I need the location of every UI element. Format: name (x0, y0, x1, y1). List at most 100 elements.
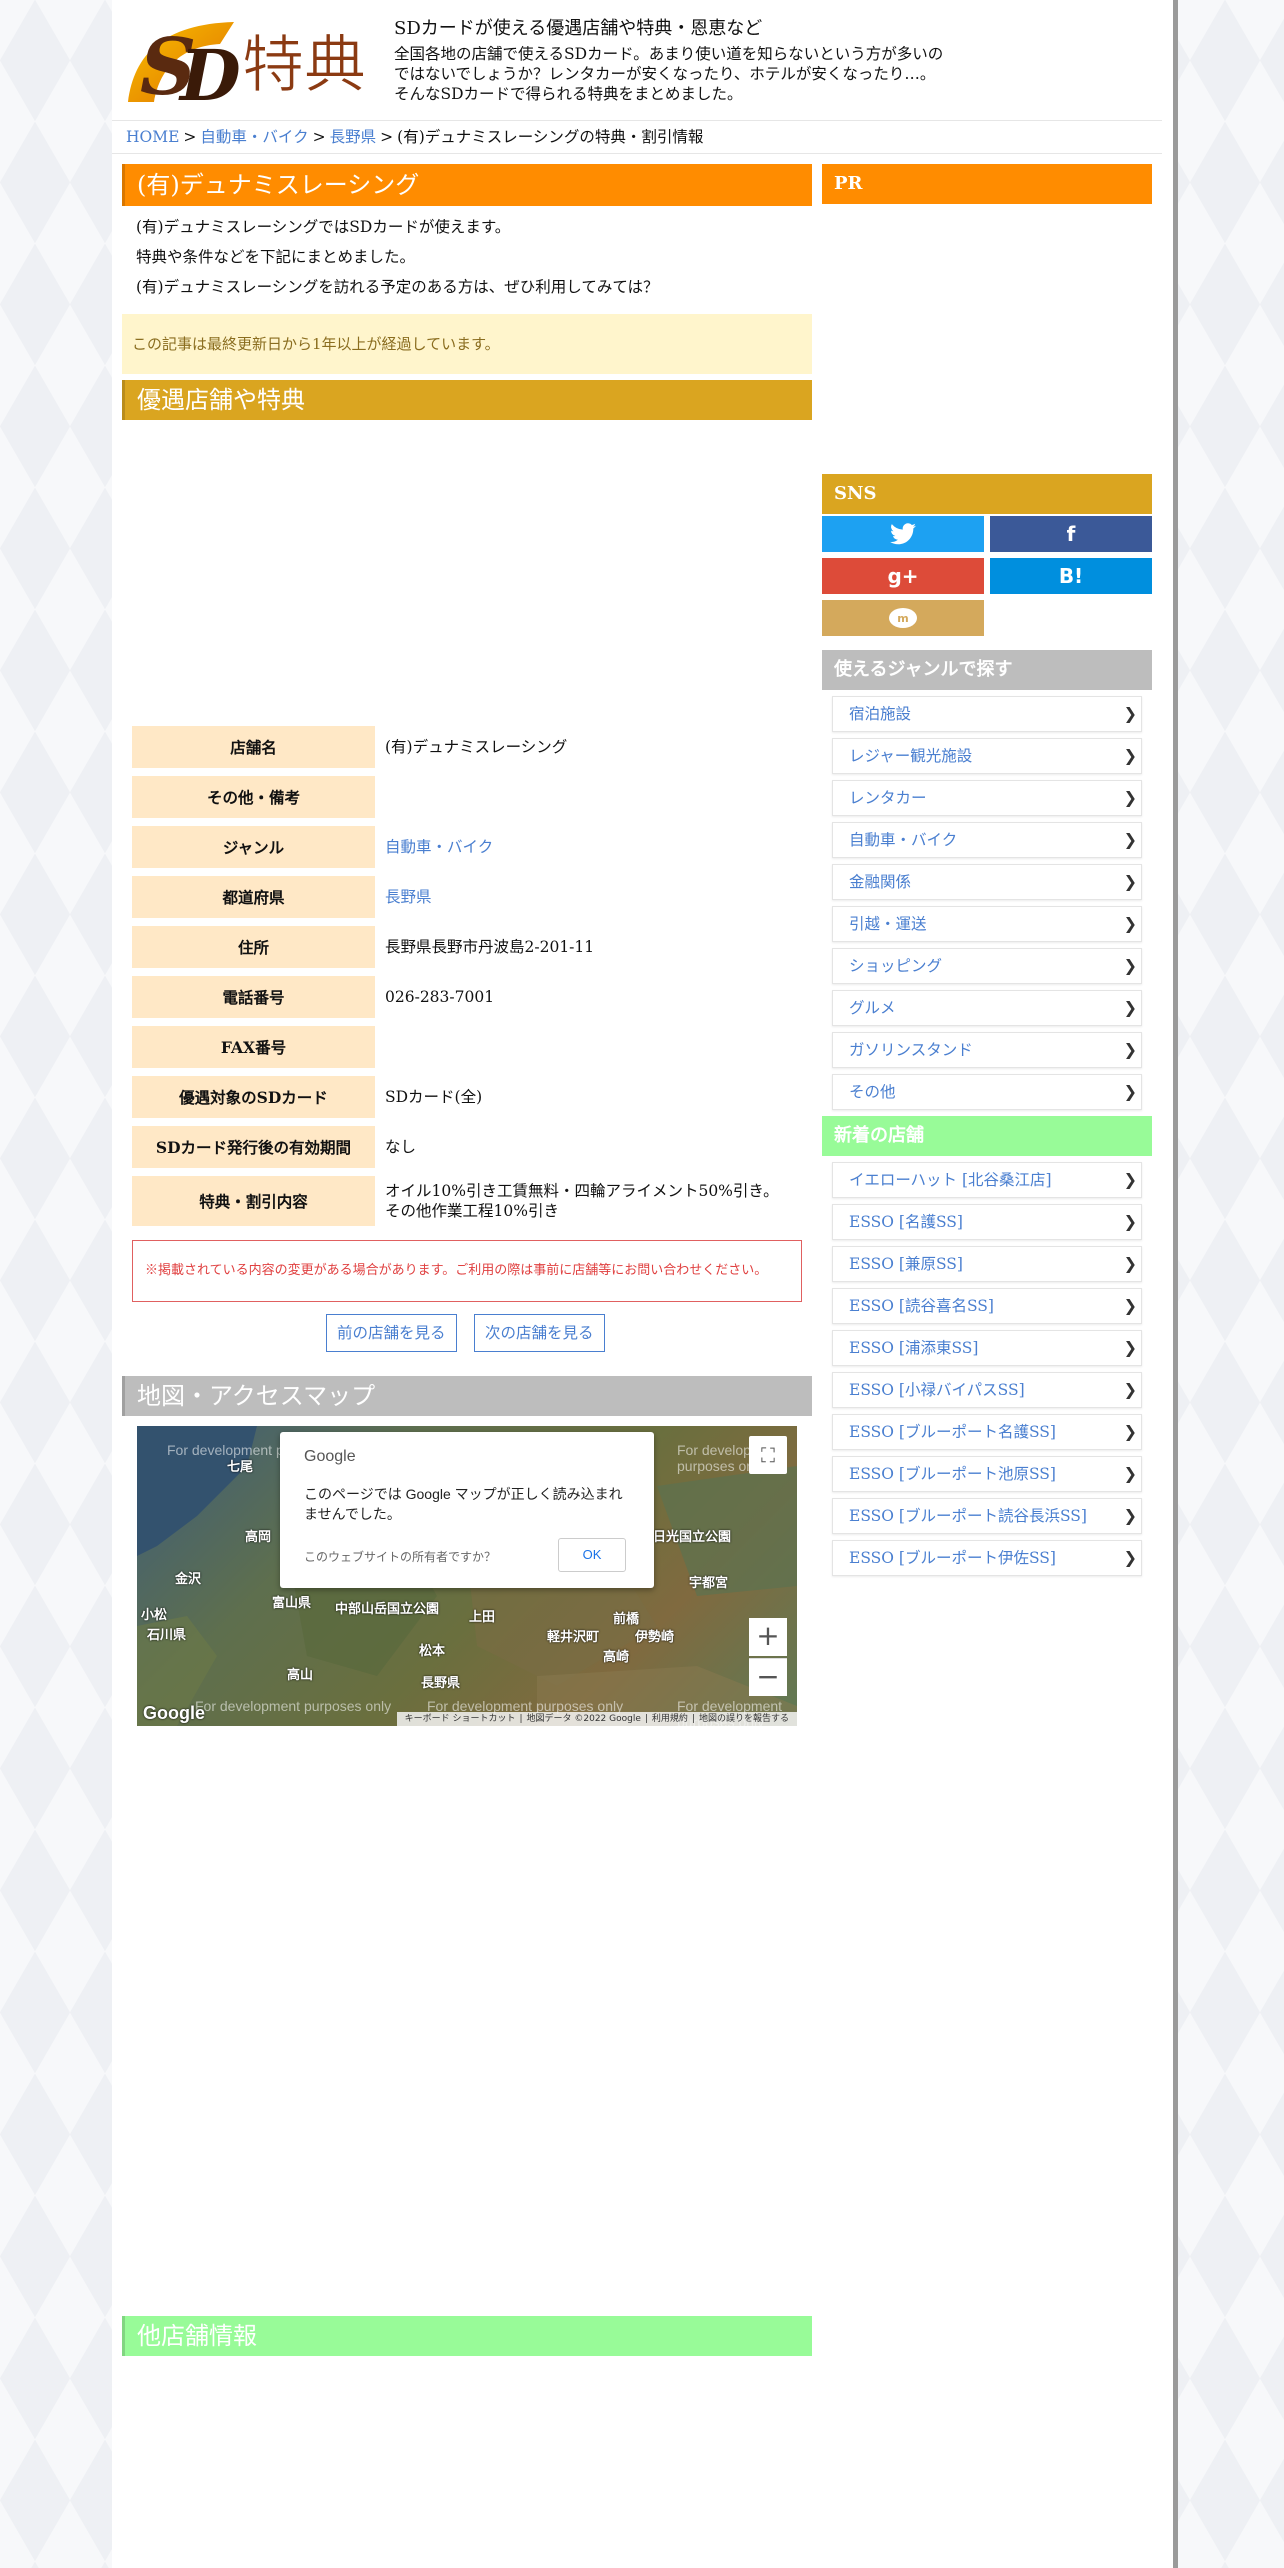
genre-heading: 使えるジャンルで探す (822, 650, 1152, 690)
map-label: 高山 (287, 1668, 314, 1683)
report-error-link[interactable]: 地図の誤りを報告する (699, 1714, 789, 1724)
svg-text:特典: 特典 (242, 28, 366, 101)
table-row: 優遇対象のSDカード SDカード(全) (132, 1076, 802, 1118)
chevron-right-icon: ❯ (1123, 1296, 1137, 1315)
map-label: 高崎 (603, 1650, 630, 1665)
chevron-right-icon: ❯ (1123, 1254, 1137, 1273)
list-item[interactable]: レンタカー ❯ (832, 780, 1142, 816)
main-content: (有)デュナミスレーシング (有)デュナミスレーシングではSDカードが使えます。… (122, 164, 812, 2356)
page-title: (有)デュナミスレーシング (122, 164, 812, 206)
breadcrumb-current: (有)デュナミスレーシングの特典・割引情報 (397, 128, 704, 146)
list-item[interactable]: 引越・運送 ❯ (832, 906, 1142, 942)
table-row: FAX番号 (132, 1026, 802, 1068)
chevron-right-icon: ❯ (1123, 1380, 1137, 1399)
map-owner-link[interactable]: このウェブサイトの所有者ですか？ (304, 1548, 496, 1565)
google-map[interactable]: For development purposes only For develo… (137, 1426, 797, 1726)
list-item[interactable]: ESSO [ブルーポート名護SS] ❯ (832, 1414, 1142, 1450)
table-row: 電話番号 026-283-7001 (132, 976, 802, 1018)
list-item[interactable]: 金融関係 ❯ (832, 864, 1142, 900)
list-item[interactable]: ガソリンスタンド ❯ (832, 1032, 1142, 1068)
sns-buttons: f g+ B! m (822, 516, 1152, 650)
map-label: 石川県 (147, 1628, 187, 1643)
facebook-icon[interactable]: f (990, 516, 1152, 552)
genre-link[interactable]: 自動車・バイク (385, 838, 493, 856)
zoom-out-button[interactable]: − (749, 1658, 787, 1696)
breadcrumb-category[interactable]: 自動車・バイク (200, 128, 308, 146)
list-item[interactable]: ショッピング ❯ (832, 948, 1142, 984)
map-error-dialog: Google このページでは Google マップが正しく読み込まれませんでした… (280, 1432, 654, 1588)
list-item[interactable]: ESSO [ブルーポート伊佐SS] ❯ (832, 1540, 1142, 1576)
svg-text:D: D (178, 34, 241, 108)
map-label: 長野県 (421, 1676, 461, 1691)
list-item[interactable]: ESSO [兼原SS] ❯ (832, 1246, 1142, 1282)
keyboard-shortcuts-link[interactable]: キーボード ショートカット (405, 1714, 516, 1724)
sns-heading: SNS (822, 474, 1152, 514)
map-label: 日光国立公園 (653, 1530, 732, 1545)
page: S D 特典 SDカードが使える優遇店舗や特典・恩恵など 全国各地の店舗で使える… (112, 0, 1176, 2568)
map-label: 軽井沢町 (547, 1630, 600, 1645)
map-data-credit: 地図データ ©2022 Google (526, 1714, 641, 1724)
chevron-right-icon: ❯ (1123, 956, 1137, 975)
map-label: 松本 (419, 1644, 446, 1659)
chevron-right-icon: ❯ (1123, 788, 1137, 807)
prev-shop-button[interactable]: 前の店舗を見る (326, 1314, 457, 1352)
list-item[interactable]: 宿泊施設 ❯ (832, 696, 1142, 732)
chevron-right-icon: ❯ (1123, 1548, 1137, 1567)
outdated-notice: この記事は最終更新日から1年以上が経過しています。 (122, 314, 812, 374)
mixi-icon[interactable]: m (822, 600, 984, 636)
list-item[interactable]: その他 ❯ (832, 1074, 1142, 1110)
google-plus-icon[interactable]: g+ (822, 558, 984, 594)
chevron-right-icon: ❯ (1123, 1040, 1137, 1059)
google-logo: Google (143, 1703, 205, 1723)
list-item[interactable]: イエローハット [北谷桑江店] ❯ (832, 1162, 1142, 1198)
chevron-right-icon: ❯ (1123, 998, 1137, 1017)
table-row: SDカード発行後の有効期間 なし (132, 1126, 802, 1168)
list-item[interactable]: ESSO [小禄バイパスSS] ❯ (832, 1372, 1142, 1408)
chevron-right-icon: ❯ (1123, 872, 1137, 891)
site-title: SDカードが使える優遇店舗や特典・恩恵など (394, 18, 763, 39)
table-row: その他・備考 (132, 776, 802, 818)
table-row: 店舗名 (有)デュナミスレーシング (132, 726, 802, 768)
map-label: 上田 (469, 1610, 496, 1625)
map-label: 伊勢崎 (635, 1630, 675, 1645)
map-error-message: このページでは Google マップが正しく読み込まれませんでした。 (304, 1486, 623, 1522)
chevron-right-icon: ❯ (1123, 1506, 1137, 1525)
map-label: 高岡 (245, 1530, 272, 1545)
next-shop-button[interactable]: 次の店舗を見る (474, 1314, 605, 1352)
list-item[interactable]: ESSO [ブルーポート池原SS] ❯ (832, 1456, 1142, 1492)
twitter-icon[interactable] (822, 516, 984, 552)
svg-text:m: m (897, 612, 908, 625)
list-item[interactable]: グルメ ❯ (832, 990, 1142, 1026)
table-row: 都道府県 長野県 (132, 876, 802, 918)
fullscreen-icon[interactable]: ⛶ (749, 1436, 787, 1474)
section-heading-map: 地図・アクセスマップ (122, 1376, 812, 1416)
site-logo[interactable]: S D 特典 (124, 14, 386, 108)
chevron-right-icon: ❯ (1123, 1422, 1137, 1441)
list-item[interactable]: レジャー観光施設 ❯ (832, 738, 1142, 774)
chevron-right-icon: ❯ (1123, 704, 1137, 723)
section-heading-benefits: 優遇店舗や特典 (122, 380, 812, 420)
list-item[interactable]: ESSO [読谷喜名SS] ❯ (832, 1288, 1142, 1324)
list-item[interactable]: ESSO [ブルーポート読谷長浜SS] ❯ (832, 1498, 1142, 1534)
map-dialog-ok-button[interactable]: OK (558, 1538, 626, 1572)
map-label: 中部山岳国立公園 (335, 1602, 440, 1617)
zoom-in-button[interactable]: + (749, 1618, 787, 1656)
map-label: 宇都宮 (689, 1576, 729, 1591)
list-item[interactable]: ESSO [名護SS] ❯ (832, 1204, 1142, 1240)
map-label: 七尾 (227, 1460, 254, 1475)
chevron-right-icon: ❯ (1123, 1464, 1137, 1483)
breadcrumb-prefecture[interactable]: 長野県 (330, 128, 377, 146)
pr-space (822, 204, 1152, 474)
sidebar: PR SNS f g+ B! m 使えるジャンルで探す 宿泊施設 ❯ レジャー観光… (822, 164, 1152, 1582)
map-label: 金沢 (175, 1572, 202, 1587)
breadcrumb-home[interactable]: HOME (126, 128, 179, 146)
hatena-bookmark-icon[interactable]: B! (990, 558, 1152, 594)
list-item[interactable]: ESSO [浦添東SS] ❯ (832, 1330, 1142, 1366)
prefecture-link[interactable]: 長野県 (385, 888, 432, 906)
intro-text: (有)デュナミスレーシングではSDカードが使えます。 特典や条件などを下記にまと… (136, 218, 659, 296)
genre-list: 宿泊施設 ❯ レジャー観光施設 ❯ レンタカー ❯ 自動車・バイク ❯ 金融関係 ❯ 引越… (822, 696, 1152, 1110)
terms-link[interactable]: 利用規約 (652, 1714, 688, 1724)
list-item[interactable]: 自動車・バイク ❯ (832, 822, 1142, 858)
ad-space-2 (122, 1726, 812, 2316)
chevron-right-icon: ❯ (1123, 1338, 1137, 1357)
